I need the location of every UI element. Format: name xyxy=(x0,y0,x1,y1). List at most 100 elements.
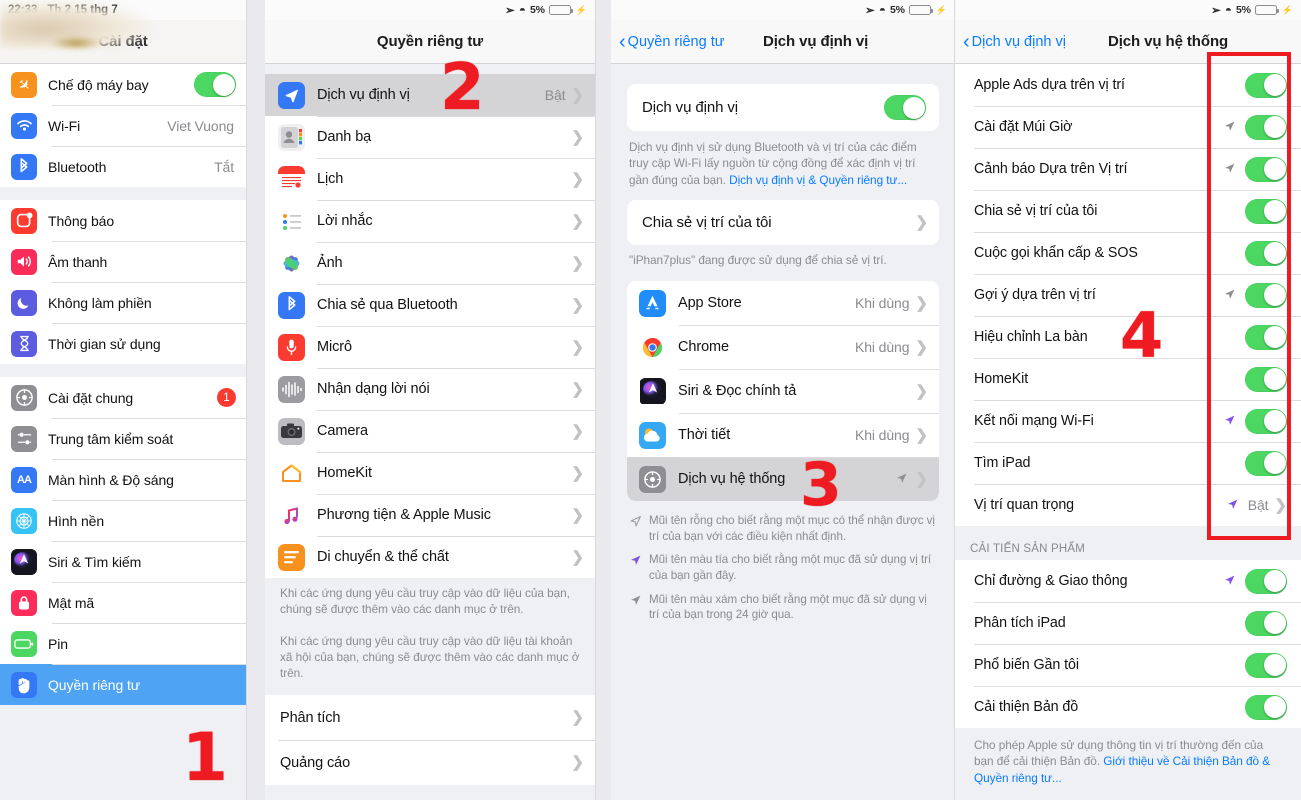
system-service-g-i-d-a-tr-n-v-tr[interactable]: Gợi ý dựa trên vị trí xyxy=(955,274,1301,316)
improvement-item-toggle[interactable] xyxy=(1245,652,1287,678)
chevron-right-icon: ❯ xyxy=(571,754,584,772)
improvement-item-ph-bi-n-g-n-t-i[interactable]: Phổ biến Gần tôi xyxy=(955,644,1301,686)
improvement-item-c-i-thi-n-b-n[interactable]: Cải thiện Bản đồ xyxy=(955,686,1301,728)
system-service-toggle[interactable] xyxy=(1245,198,1287,224)
privacy-item-label: Nhận dạng lời nói xyxy=(317,381,430,397)
location-app-siri-c-ch-nh-t[interactable]: Siri & Đọc chính tả ❯ xyxy=(627,369,939,414)
location-arrow-indicator-icon xyxy=(1226,498,1239,513)
improvement-item-toggle[interactable] xyxy=(1245,610,1287,636)
chevron-right-icon: ❯ xyxy=(571,128,584,146)
system-service-k-t-n-i-m-ng-wi-fi[interactable]: Kết nối mạng Wi-Fi xyxy=(955,400,1301,442)
sidebar-item-kh-ng-l-m-phi-n[interactable]: Không làm phiền xyxy=(0,282,246,323)
battery-icon xyxy=(11,630,37,657)
improvement-item-ch-ng-giao-th-ng[interactable]: Chỉ đường & Giao thông xyxy=(955,560,1301,602)
privacy-item-qu-ng-c-o[interactable]: Quảng cáo ❯ xyxy=(265,740,595,786)
system-service-toggle[interactable] xyxy=(1245,156,1287,182)
privacy-item-ph-n-t-ch[interactable]: Phân tích ❯ xyxy=(265,695,595,741)
privacy-item-label: Chia sẻ qua Bluetooth xyxy=(317,297,458,313)
system-service-v-tr-quan-tr-ng[interactable]: Vị trí quan trọng Bật ❯ xyxy=(955,484,1301,526)
settings-list[interactable]: ✈ Chế độ máy bay Wi-Fi Viet Vuong Bluetooth T… xyxy=(0,64,246,800)
privacy-item-di-chuy-n-th-ch-t[interactable]: Di chuyển & thể chất ❯ xyxy=(265,536,595,578)
sidebar-item-m-thanh[interactable]: Âm thanh xyxy=(0,241,246,282)
improvement-item-toggle[interactable] xyxy=(1245,694,1287,720)
location-services-privacy-link[interactable]: Dịch vụ định vị & Quyền riêng tư... xyxy=(729,173,907,187)
privacy-list[interactable]: Dịch vụ định vị Bật ❯ Danh bạ ❯ Lịch ❯ Lời nhắc… xyxy=(265,64,595,800)
siri-icon xyxy=(639,378,666,405)
privacy-item-homekit[interactable]: HomeKit ❯ xyxy=(265,452,595,494)
location-app-chrome[interactable]: Chrome Khi dùng ❯ xyxy=(627,325,939,370)
share-my-location-row[interactable]: Chia sẻ vị trí của tôi ❯ xyxy=(627,199,939,245)
privacy-item-label: Dịch vụ định vị xyxy=(317,87,410,103)
battery-percent-label: 5% xyxy=(890,4,905,16)
navbar-panel2: Quyền riêng tư xyxy=(265,20,595,64)
improvement-item-ph-n-t-ch-ipad[interactable]: Phân tích iPad xyxy=(955,602,1301,644)
battery-icon xyxy=(1254,5,1280,15)
location-app-value: Khi dùng xyxy=(854,427,910,444)
sidebar-item-quy-n-ri-ng-t[interactable]: Quyền riêng tư xyxy=(0,664,246,705)
sidebar-item-m-t-m[interactable]: Mật mã xyxy=(0,582,246,623)
system-service-homekit[interactable]: HomeKit xyxy=(955,358,1301,400)
location-app-d-ch-v-h-th-ng[interactable]: Dịch vụ hệ thống ❯ xyxy=(627,457,939,502)
sidebar-item-h-nh-n-n[interactable]: Hình nền xyxy=(0,500,246,541)
panel-privacy: ➢ ◓ 5% ⚡ Quyền riêng tư Dịch vụ định vị B… xyxy=(265,0,595,800)
sidebar-item-bluetooth[interactable]: Bluetooth Tắt xyxy=(0,146,246,187)
system-service-toggle[interactable] xyxy=(1245,324,1287,350)
sidebar-item-m-n-h-nh-s-ng[interactable]: AA Màn hình & Độ sáng xyxy=(0,459,246,500)
system-service-toggle[interactable] xyxy=(1245,72,1287,98)
location-app-app-store[interactable]: App Store Khi dùng ❯ xyxy=(627,281,939,326)
system-service-toggle[interactable] xyxy=(1245,408,1287,434)
location-app-th-i-ti-t[interactable]: Thời tiết Khi dùng ❯ xyxy=(627,413,939,458)
system-service-t-m-ipad[interactable]: Tìm iPad xyxy=(955,442,1301,484)
privacy-item-nh[interactable]: Ảnh ❯ xyxy=(265,242,595,284)
system-service-cu-c-g-i-kh-n-c-p-sos[interactable]: Cuộc gọi khẩn cấp & SOS xyxy=(955,232,1301,274)
panel-divider-1 xyxy=(246,0,247,800)
privacy-item-ph-ng-ti-n-apple-music[interactable]: Phương tiện & Apple Music ❯ xyxy=(265,494,595,536)
sidebar-item-th-i-gian-s-d-ng[interactable]: Thời gian sử dụng xyxy=(0,323,246,364)
system-service-apple-ads-d-a-tr-n-v-tr[interactable]: Apple Ads dựa trên vị trí xyxy=(955,64,1301,106)
back-button-location-services[interactable]: ‹ Dịch vụ định vị xyxy=(963,20,1066,64)
location-services-master-row[interactable]: Dịch vụ định vị xyxy=(627,84,939,131)
toggle-knob xyxy=(1263,242,1286,264)
privacy-item-l-ch[interactable]: Lịch ❯ xyxy=(265,158,595,200)
system-service-c-i-t-m-i-gi[interactable]: Cài đặt Múi Giờ xyxy=(955,106,1301,148)
status-time: 22:33 xyxy=(8,4,38,16)
sidebar-item-siri-t-m-ki-m[interactable]: Siri & Tìm kiếm xyxy=(0,541,246,582)
sidebar-item-trung-t-m-ki-m-so-t[interactable]: Trung tâm kiểm soát xyxy=(0,418,246,459)
toggle-knob xyxy=(1263,654,1286,676)
system-service-hi-u-ch-nh-la-b-n[interactable]: Hiệu chỉnh La bàn xyxy=(955,316,1301,358)
system-service-toggle[interactable] xyxy=(1245,240,1287,266)
system-service-toggle[interactable] xyxy=(1245,366,1287,392)
sidebar-item-wi-fi[interactable]: Wi-Fi Viet Vuong xyxy=(0,105,246,146)
airplane-mode-toggle[interactable] xyxy=(194,72,236,97)
privacy-item-l-i-nh-c[interactable]: Lời nhắc ❯ xyxy=(265,200,595,242)
privacy-item-label: Lịch xyxy=(317,171,344,187)
sidebar-item-label: Quyền riêng tư xyxy=(48,676,141,693)
location-arrow-indicator-icon xyxy=(1223,288,1236,303)
improvement-item-toggle[interactable] xyxy=(1245,568,1287,594)
sidebar-item-c-i-t-chung[interactable]: Cài đặt chung 1 xyxy=(0,377,246,418)
privacy-item-chia-s-qua-bluetooth[interactable]: Chia sẻ qua Bluetooth ❯ xyxy=(265,284,595,326)
system-service-c-nh-b-o-d-a-tr-n-v-tr[interactable]: Cảnh báo Dựa trên Vị trí xyxy=(955,148,1301,190)
sidebar-item-ch-m-y-bay[interactable]: ✈ Chế độ máy bay xyxy=(0,64,246,105)
location-services-master-toggle[interactable] xyxy=(884,95,926,120)
chevron-right-icon: ❯ xyxy=(571,170,584,188)
privacy-item-danh-b[interactable]: Danh bạ ❯ xyxy=(265,116,595,158)
privacy-item-nh-n-d-ng-l-i-n-i[interactable]: Nhận dạng lời nói ❯ xyxy=(265,368,595,410)
location-services-list[interactable]: Dịch vụ định vị Dịch vụ định vị sử dụng B… xyxy=(611,64,955,800)
privacy-item-label: Quảng cáo xyxy=(280,754,351,771)
page-title-system-services: Dịch vụ hệ thống xyxy=(1108,33,1229,50)
toggle-knob xyxy=(1263,410,1286,432)
system-service-chia-s-v-tr-c-a-t-i[interactable]: Chia sẻ vị trí của tôi xyxy=(955,190,1301,232)
system-service-toggle[interactable] xyxy=(1245,114,1287,140)
contacts-icon xyxy=(278,123,305,151)
system-service-label: Cảnh báo Dựa trên Vị trí xyxy=(974,161,1128,177)
system-services-list[interactable]: Apple Ads dựa trên vị trí Cài đặt Múi Giờ… xyxy=(955,64,1301,800)
system-service-toggle[interactable] xyxy=(1245,282,1287,308)
privacy-item-micr[interactable]: Micrô ❯ xyxy=(265,326,595,368)
sidebar-item-th-ng-b-o[interactable]: Thông báo xyxy=(0,200,246,241)
sidebar-item-pin[interactable]: Pin xyxy=(0,623,246,664)
privacy-item-d-ch-v-nh-v[interactable]: Dịch vụ định vị Bật ❯ xyxy=(265,74,595,116)
privacy-item-camera[interactable]: Camera ❯ xyxy=(265,410,595,452)
back-button-privacy[interactable]: ‹ Quyền riêng tư xyxy=(619,20,724,64)
system-service-toggle[interactable] xyxy=(1245,450,1287,476)
